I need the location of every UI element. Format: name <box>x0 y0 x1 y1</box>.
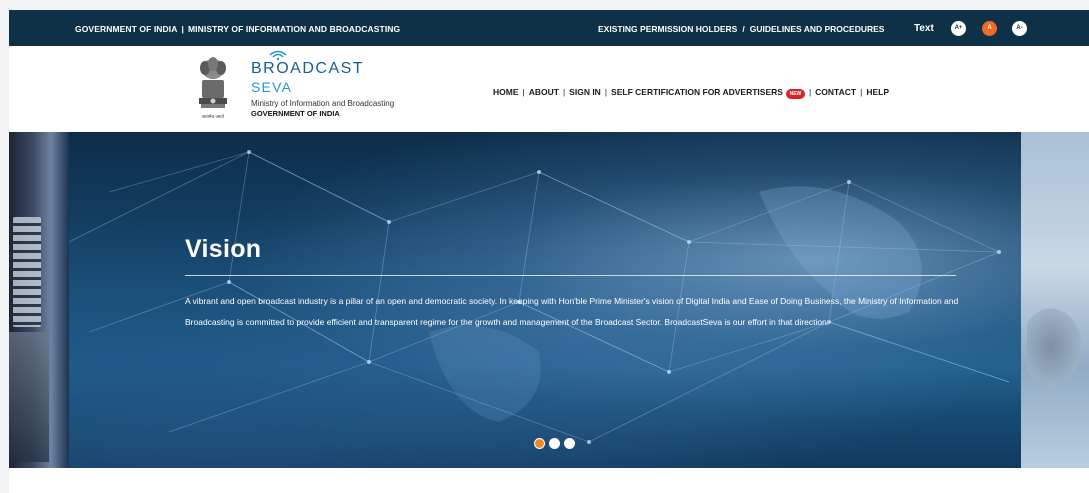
preview-shade <box>9 332 49 462</box>
top-bar-links: EXISTING PERMISSION HOLDERS / GUIDELINES A… <box>598 24 884 34</box>
nav-separator: | <box>562 87 566 97</box>
main-nav: HOME | ABOUT | SIGN IN | SELF CERTIFICATION FO… <box>493 87 889 99</box>
existing-permission-holders-link[interactable]: EXISTING PERMISSION HOLDERS <box>598 24 737 34</box>
next-slide-preview[interactable] <box>1021 132 1089 468</box>
ministry-label: MINISTRY OF INFORMATION AND BROADCASTING <box>187 24 401 34</box>
site-header: सत्यमेव जयते BROADCAST SEVA Ministry of … <box>9 46 1089 132</box>
separator: | <box>181 24 184 34</box>
guidelines-link[interactable]: GUIDELINES AND PROCEDURES <box>750 24 885 34</box>
hero-carousel: Vision A vibrant and open broadcast indu… <box>9 132 1089 468</box>
tv-screens-image <box>13 217 41 327</box>
carousel-dot-1[interactable] <box>534 438 545 449</box>
nav-separator: | <box>860 87 863 97</box>
top-bar: GOVERNMENT OF INDIA | MINISTRY OF INFORMAT… <box>9 10 1089 46</box>
previous-slide-preview[interactable] <box>9 132 69 468</box>
carousel-dot-2[interactable] <box>549 438 560 449</box>
font-normal-button[interactable]: A <box>982 21 997 36</box>
new-badge: NEW <box>785 89 805 99</box>
gov-label: GOVERNMENT OF INDIA <box>75 24 178 34</box>
brand-name-line1: BROADCAST <box>251 60 365 77</box>
nav-separator: | <box>808 87 812 97</box>
map-preview-image <box>1027 302 1087 392</box>
nav-home[interactable]: HOME <box>493 87 519 97</box>
nav-separator: | <box>522 87 525 97</box>
nav-sign-in[interactable]: SIGN IN <box>569 87 601 97</box>
nav-help[interactable]: HELP <box>866 87 889 97</box>
national-emblem-icon: सत्यमेव जयते <box>199 57 227 120</box>
nav-separator: | <box>604 87 608 97</box>
text-size-label: Text <box>914 23 934 34</box>
emblem-caption: सत्यमेव जयते <box>202 113 225 120</box>
nav-about[interactable]: ABOUT <box>529 87 559 97</box>
government-subtitle: GOVERNMENT OF INDIA <box>251 109 340 118</box>
nav-self-certification[interactable]: SELF CERTIFICATION FOR ADVERTISERS <box>611 87 783 97</box>
font-decrease-button[interactable]: A- <box>1012 21 1027 36</box>
brand-name-line2: SEVA <box>251 79 293 95</box>
slide-description: A vibrant and open broadcast industry is… <box>185 296 959 327</box>
nav-contact[interactable]: CONTACT <box>815 87 856 97</box>
link-separator: / <box>742 24 745 34</box>
broadcast-signal-icon <box>269 50 287 60</box>
carousel-dot-3[interactable] <box>564 438 575 449</box>
top-bar-identity: GOVERNMENT OF INDIA | MINISTRY OF INFORMAT… <box>75 24 400 34</box>
title-divider <box>185 275 956 276</box>
page: GOVERNMENT OF INDIA | MINISTRY OF INFORMAT… <box>9 10 1089 493</box>
font-increase-button[interactable]: A+ <box>951 21 966 36</box>
slide-title: Vision <box>185 235 262 263</box>
ministry-subtitle: Ministry of Information and Broadcasting <box>251 99 395 108</box>
